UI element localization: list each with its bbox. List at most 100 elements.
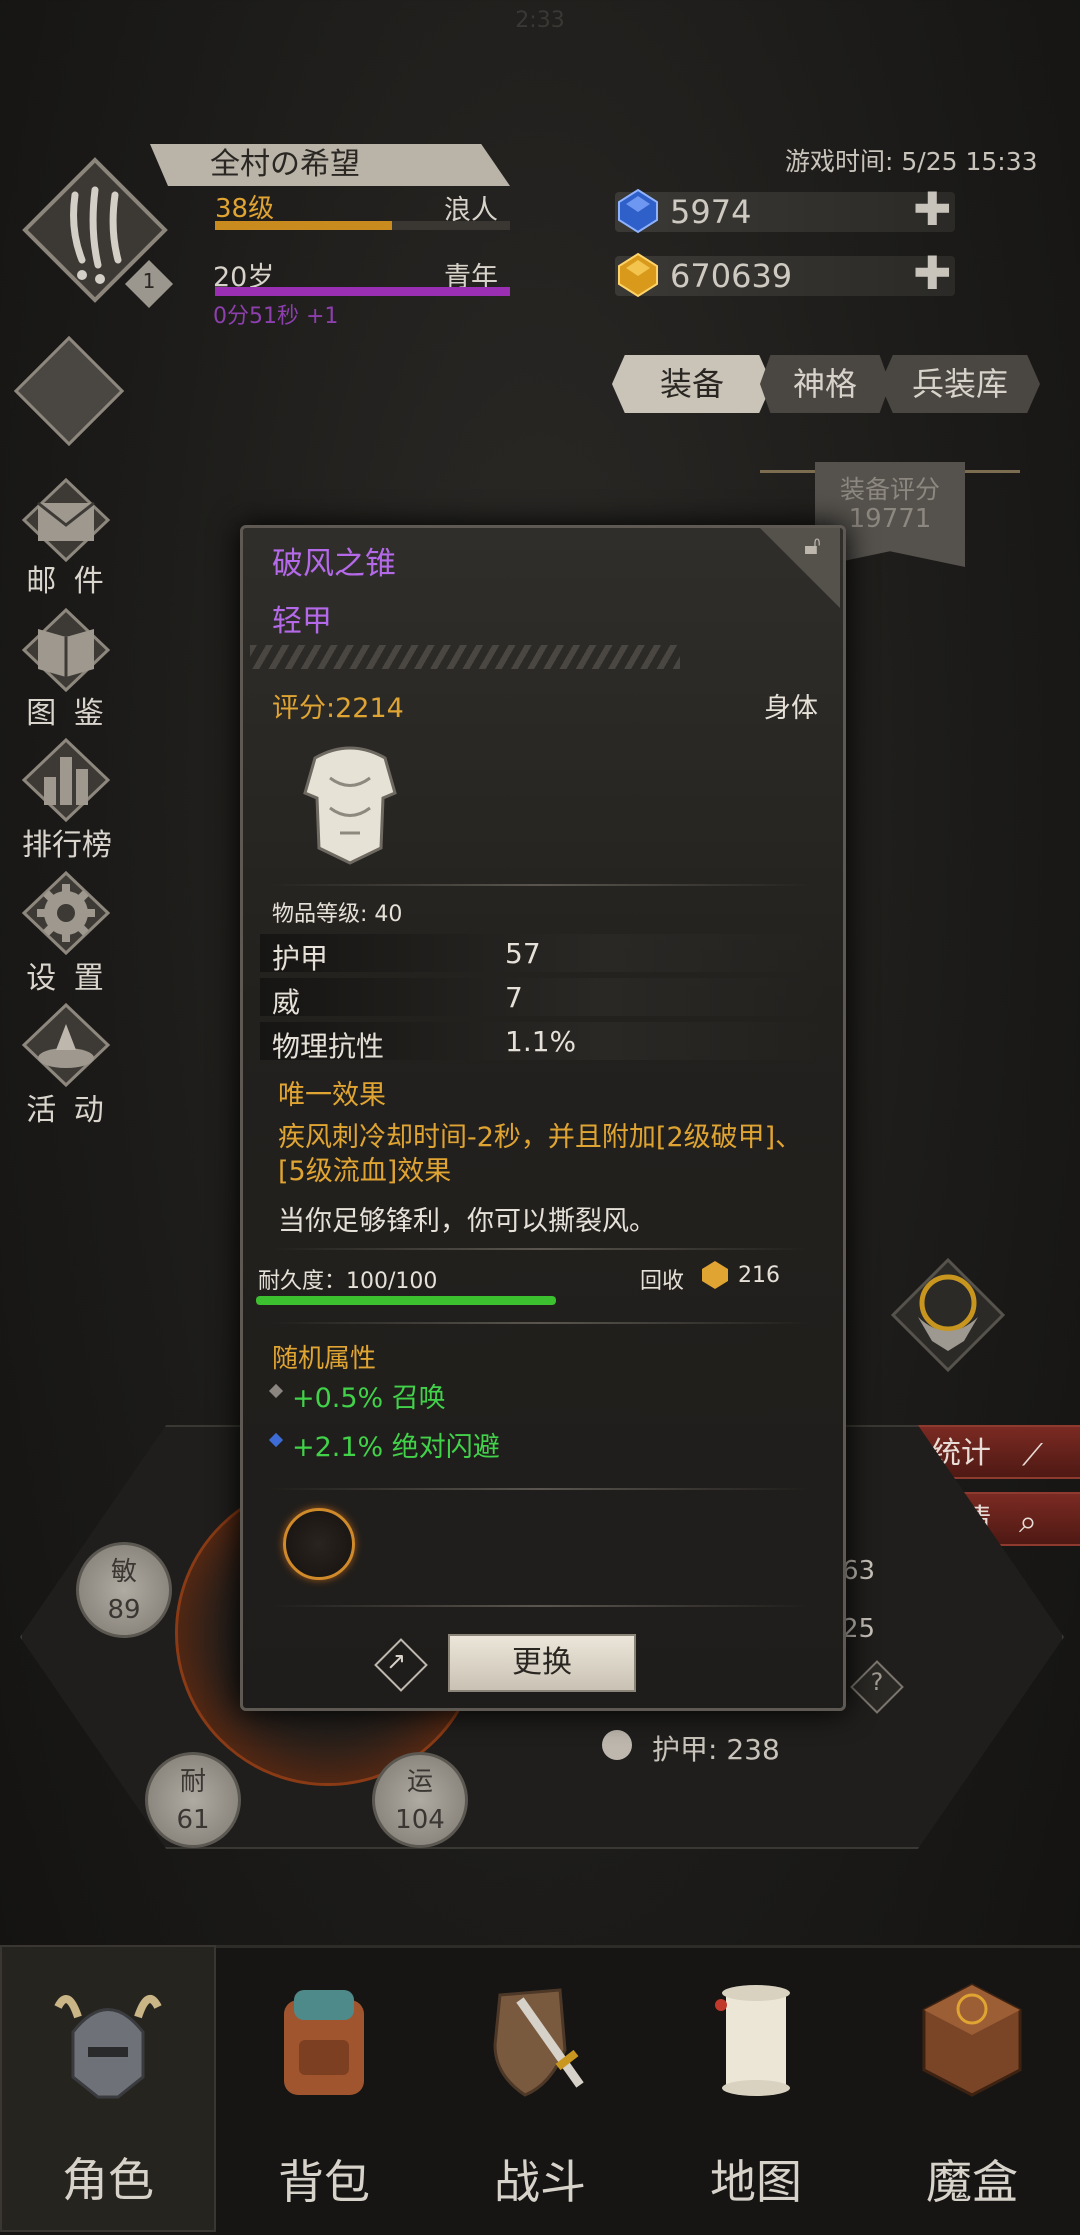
item-type: 轻甲	[272, 604, 332, 639]
nav-magic-box-label: 魔盒	[926, 2155, 1018, 2209]
mail-icon	[21, 477, 111, 563]
stat-row-might	[260, 978, 830, 1016]
stamina-value: 61	[176, 1805, 210, 1835]
socket-slot[interactable]	[283, 1508, 355, 1580]
agility-stat[interactable]: 敏 89	[76, 1542, 172, 1638]
crown-wings-icon[interactable]	[888, 1255, 1008, 1379]
gold-count: 670639	[670, 257, 793, 295]
leaderboard-label: 排行榜	[22, 828, 112, 863]
mail-label: 邮 件	[26, 564, 108, 599]
recycle-label: 回收	[640, 1269, 685, 1294]
stamina-label: 耐	[179, 1767, 206, 1797]
status-clock: 2:33	[515, 8, 565, 33]
blue-gem-icon	[615, 188, 661, 238]
random-attr-2: +2.1% 绝对闪避	[292, 1432, 500, 1463]
nav-character[interactable]: 角色	[0, 1945, 216, 2232]
equip-score-label: 装备评分	[839, 475, 940, 504]
unique-effect-desc: 疾风刺冷却时间-2秒，并且附加[2级破甲]、[5级流血]效果	[278, 1122, 803, 1187]
codex-label: 图 鉴	[26, 696, 108, 731]
magic-box-icon	[922, 1983, 1022, 2097]
item-slot: 身体	[764, 693, 818, 724]
add-gems-button[interactable]: ✚	[913, 182, 952, 236]
nav-map-label: 地图	[710, 2155, 802, 2209]
durability-label: 耐久度：100/100	[258, 1269, 438, 1294]
nav-backpack[interactable]: 背包	[216, 1945, 432, 2232]
event-label: 活 动	[26, 1093, 108, 1128]
player-avatar[interactable]: 1	[20, 155, 174, 309]
item-level: 物品等级: 40	[272, 902, 403, 927]
stat-value-might: 7	[505, 981, 523, 1014]
item-name: 破风之锥	[272, 546, 396, 582]
settings-label: 设 置	[26, 961, 108, 996]
nav-battle-label: 战斗	[494, 2155, 586, 2209]
item-score: 评分:2214	[272, 693, 404, 724]
gem-count: 5974	[670, 193, 752, 231]
search-icon: ⌕	[1019, 1502, 1037, 1540]
add-gold-button[interactable]: ✚	[913, 246, 952, 300]
age-bar-fill	[215, 287, 510, 296]
book-icon	[21, 607, 111, 693]
luck-value: 104	[395, 1805, 445, 1835]
lock-icon: 🔓︎	[804, 531, 821, 561]
replace-button[interactable]: 更换	[448, 1634, 636, 1692]
stat-value-armor: 57	[505, 937, 541, 970]
exp-bar-fill	[215, 221, 392, 230]
armor-total: 护甲: 238	[652, 1733, 780, 1766]
share-icon: ↗	[386, 1647, 407, 1675]
durability-bar-fill	[256, 1296, 556, 1305]
gem-row	[615, 192, 955, 232]
nav-backpack-label: 背包	[278, 2155, 370, 2209]
unique-effect-title: 唯一效果	[278, 1080, 386, 1111]
armor-icon	[602, 1730, 632, 1760]
item-armor-image	[295, 738, 405, 872]
gold-gem-icon	[615, 252, 661, 302]
tab-armory[interactable]: 兵装库	[880, 355, 1040, 413]
game-time: 游戏时间: 5/25 15:33	[785, 147, 1038, 176]
random-attr-title: 随机属性	[272, 1344, 377, 1374]
recycle-value: 216	[738, 1263, 780, 1288]
luck-stat[interactable]: 运 104	[372, 1752, 468, 1848]
sword-shield-icon	[493, 1988, 584, 2097]
stat-name-armor: 护甲	[272, 942, 329, 975]
backpack-icon	[284, 1990, 364, 2095]
divider-5	[270, 1605, 810, 1607]
age-timer: 0分51秒 +1	[213, 304, 339, 329]
divider-3	[270, 1322, 810, 1324]
durability-bar	[256, 1296, 556, 1305]
luck-label: 运	[406, 1767, 433, 1797]
divider-1	[270, 884, 810, 886]
help-mark: ?	[870, 1668, 884, 1696]
stat-name-might: 威	[272, 986, 301, 1019]
avatar-badge-count: 1	[142, 269, 156, 293]
item-flavor-text: 当你足够锋利，你可以撕裂风。	[278, 1206, 656, 1237]
partial-stat-1: 63	[842, 1556, 876, 1586]
leaderboard-icon	[21, 737, 111, 823]
player-name: 全村の希望	[150, 144, 510, 186]
trend-up-icon: ⟋	[1022, 1438, 1043, 1473]
tab-divinity[interactable]: 神格	[760, 355, 890, 413]
gear-icon	[21, 870, 111, 956]
player-level: 38级	[215, 194, 275, 224]
agility-value: 89	[107, 1595, 141, 1625]
stat-row-armor	[260, 934, 830, 972]
divider-4	[270, 1488, 810, 1490]
shield-slot-icon	[13, 335, 125, 447]
stat-name-physres: 物理抗性	[272, 1030, 385, 1063]
nav-magic-box[interactable]: 魔盒	[864, 1945, 1080, 2232]
exp-bar	[215, 221, 510, 230]
age-bar	[215, 287, 510, 296]
hatch-divider	[250, 645, 680, 669]
partial-stat-2: 25	[842, 1614, 876, 1644]
stamina-stat[interactable]: 耐 61	[145, 1752, 241, 1848]
helmet-icon	[54, 1995, 162, 2099]
nav-map[interactable]: 地图	[648, 1945, 864, 2232]
recycle-gold-icon	[700, 1260, 730, 1294]
agility-label: 敏	[110, 1557, 137, 1587]
scroll-map-icon	[715, 1985, 790, 2096]
divider-2	[270, 1248, 810, 1250]
nav-battle[interactable]: 战斗	[432, 1945, 648, 2232]
random-attr-1: +0.5% 召唤	[292, 1383, 446, 1414]
nav-character-label: 角色	[62, 2153, 154, 2207]
side-slot-button[interactable]	[13, 335, 125, 447]
tab-equipment[interactable]: 装备	[612, 355, 772, 413]
